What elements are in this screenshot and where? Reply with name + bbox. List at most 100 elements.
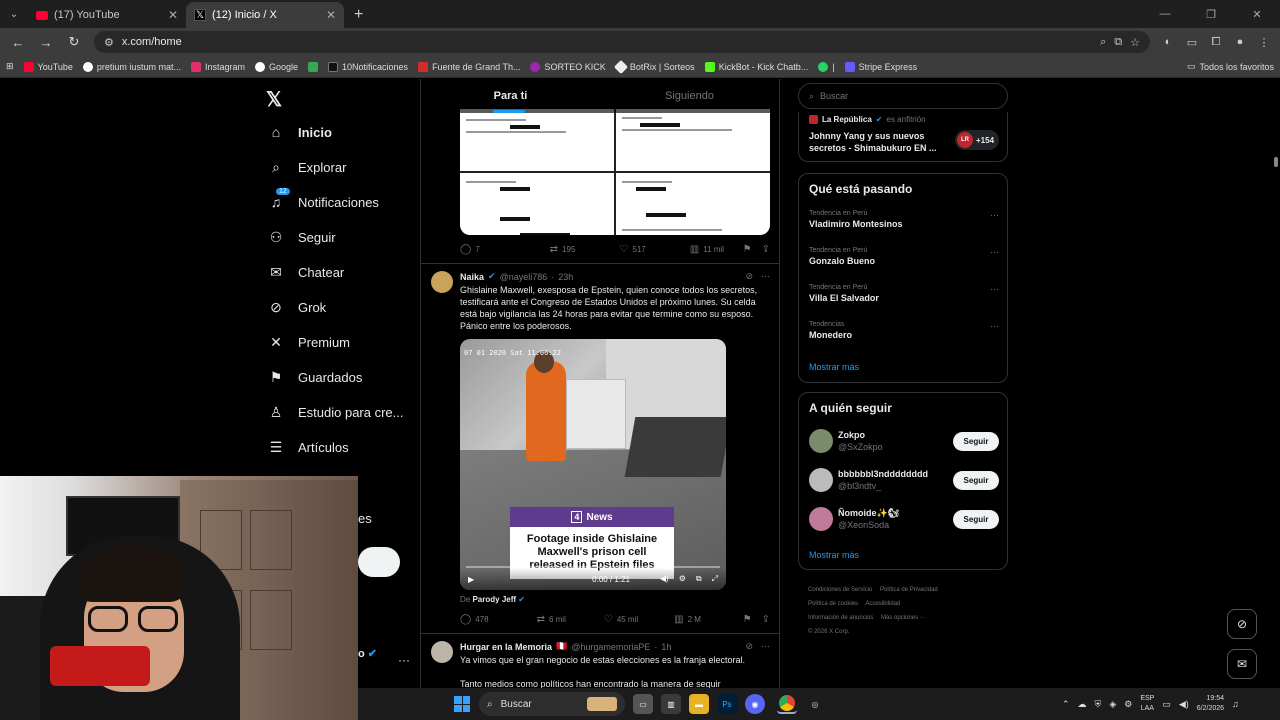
grok-fab-button[interactable]: ⊘ (1227, 609, 1257, 639)
tweet-time[interactable]: 23h (558, 272, 573, 282)
menu-kebab-icon[interactable]: ⋮ (1254, 32, 1274, 52)
nav-bookmarks[interactable]: ⚑ Guardados (268, 369, 363, 385)
file-explorer-icon[interactable]: ▬ (689, 694, 709, 714)
account-name[interactable]: o ✔ (358, 647, 377, 660)
scrollbar-thumb[interactable] (1274, 157, 1278, 167)
views-button[interactable]: ▥ 2 M (674, 614, 701, 625)
extension-icon[interactable]: ◐ (1158, 32, 1178, 52)
search-input[interactable]: ⌕ Buscar (798, 83, 1008, 109)
avatar[interactable] (809, 468, 833, 492)
apps-grid-icon[interactable]: ⊞ (6, 61, 14, 72)
follow-button[interactable]: Seguir (953, 510, 999, 529)
bookmark-item[interactable]: KickBot - Kick Chatb... (704, 61, 808, 72)
post-button[interactable] (358, 547, 400, 577)
account-more-icon[interactable]: ··· (398, 653, 410, 667)
tweet-video[interactable]: 07 01 2020 Sat 11:06:22 4 News Footage in… (460, 339, 726, 590)
follow-suggestion[interactable]: Ñomoide✨🐿 @XeonSoda Seguir (809, 507, 999, 533)
trend-item[interactable]: Tendencia en Perú Gonzalo Bueno ··· (809, 247, 999, 266)
follow-button[interactable]: Seguir (953, 471, 999, 490)
tab-youtube[interactable]: (17) YouTube ✕ (28, 2, 186, 28)
share-icon[interactable]: ⇪ (762, 614, 770, 625)
nav-chat[interactable]: ✉ Chatear (268, 264, 344, 280)
close-icon[interactable]: ✕ (326, 8, 336, 22)
nav-notifications[interactable]: ♫ 12 Notificaciones (268, 188, 379, 210)
minimize-icon[interactable]: — (1142, 8, 1188, 20)
new-tab-button[interactable]: + (344, 2, 373, 28)
chevron-up-icon[interactable]: ⌃ (1062, 699, 1070, 710)
tab-for-you[interactable]: Para ti (421, 79, 600, 113)
tab-search-menu-button[interactable]: ⌄ (0, 0, 28, 28)
bookmark-icon[interactable]: ⚑ (743, 244, 752, 255)
page-scrollbar[interactable] (1272, 79, 1280, 688)
avatar[interactable] (809, 507, 833, 531)
settings-icon[interactable]: ⚙ (679, 574, 686, 584)
reply-button[interactable]: ◯ 7 (460, 244, 480, 255)
clock[interactable]: 19:54 6/2/2026 (1197, 694, 1224, 714)
source-account[interactable]: Parody Jeff (472, 595, 516, 604)
views-button[interactable]: ▥ 11 mil (690, 244, 724, 255)
footer-link[interactable]: Accesibilidad (865, 601, 900, 607)
obs-icon[interactable]: ◎ (805, 694, 825, 714)
monitor-icon[interactable]: ▭ (1162, 699, 1171, 710)
play-icon[interactable]: ▶ (468, 575, 474, 584)
language-indicator[interactable]: ESP LAA (1140, 694, 1154, 714)
address-bar[interactable]: ⚙ x.com/home ⌕ ⧉ ☆ (94, 31, 1150, 53)
follow-button[interactable]: Seguir (953, 432, 999, 451)
more-icon[interactable]: ··· (761, 271, 770, 282)
nav-follow[interactable]: ⚇ Seguir (268, 229, 336, 245)
tweet-document-image[interactable] (460, 109, 770, 235)
forward-button[interactable]: → (34, 30, 58, 54)
star-icon[interactable]: ☆ (1130, 36, 1140, 49)
tweet-author-handle[interactable]: @nayeli786 (500, 272, 548, 282)
like-button[interactable]: ♡ 517 (619, 244, 645, 255)
show-more-follow-link[interactable]: Mostrar más (809, 550, 859, 560)
volume-icon[interactable]: ◀︎) (660, 574, 669, 584)
bookmark-item[interactable]: BotRix | Sorteos (613, 59, 695, 74)
extensions-puzzle-icon[interactable]: ⧠ (1206, 32, 1226, 52)
back-button[interactable]: ← (6, 30, 30, 54)
profile-avatar-icon[interactable]: ● (1230, 32, 1250, 52)
bookmark-item[interactable]: Fuente de Grand Th... (418, 61, 520, 72)
app-icon[interactable]: ▥ (661, 694, 681, 714)
tweet-author-name[interactable]: Hurgar en la Memoria (460, 642, 552, 652)
bookmark-item[interactable]: | (818, 61, 835, 72)
footer-link[interactable]: Política de Privacidad (880, 587, 938, 593)
taskbar-search[interactable]: ⌕ Buscar (479, 692, 625, 716)
follow-suggestion[interactable]: bbbbbbl3ndddddddd @bl3ndtv_ Seguir (809, 468, 999, 494)
footer-link[interactable]: Condiciones de Servicio (808, 587, 872, 593)
tab-following[interactable]: Siguiendo (600, 79, 779, 113)
retweet-button[interactable]: ⇄ 6 mil (537, 614, 566, 625)
follow-suggestion[interactable]: Zokpo @SxZokpo Seguir (809, 429, 999, 455)
more-icon[interactable]: ··· (990, 210, 999, 220)
bookmark-item[interactable]: YouTube (23, 61, 73, 72)
tweet-author-handle[interactable]: @hurgamemoriaPE (571, 642, 650, 652)
chrome-icon[interactable] (777, 694, 797, 714)
show-more-trends-link[interactable]: Mostrar más (809, 362, 859, 372)
bookmark-item[interactable]: Instagram (190, 61, 245, 72)
tab-x-home[interactable]: 𝕏 (12) Inicio / X ✕ (186, 2, 344, 28)
bookmark-icon[interactable]: ⚑ (743, 614, 752, 625)
nav-articles[interactable]: ☰ Artículos (268, 439, 349, 455)
x-logo-icon[interactable]: 𝕏 (266, 87, 282, 112)
trend-item[interactable]: Tendencia en Perú Vladimiro Montesinos ··· (809, 210, 999, 229)
retweet-button[interactable]: ⇄ 195 (550, 244, 576, 255)
site-info-icon[interactable]: ⚙ (104, 36, 114, 49)
footer-link[interactable]: Más opciones ··· (881, 615, 926, 621)
more-icon[interactable]: ··· (990, 321, 999, 331)
nav-grok[interactable]: ⊘ Grok (268, 299, 326, 315)
install-icon[interactable]: ⧉ (1114, 36, 1122, 49)
grok-icon[interactable]: ⊘ (745, 271, 753, 282)
maximize-icon[interactable]: ❐ (1188, 8, 1234, 21)
shield-icon[interactable]: ⛨ (1095, 699, 1102, 710)
volume-icon[interactable]: ◀︎) (1179, 699, 1189, 710)
tweet-author-name[interactable]: Naika (460, 272, 484, 282)
network-app-icon[interactable]: ☁ (1078, 699, 1087, 710)
nav-creator-studio[interactable]: ♙ Estudio para cre... (268, 404, 404, 420)
close-window-icon[interactable]: ✕ (1234, 8, 1280, 21)
close-icon[interactable]: ✕ (168, 8, 178, 22)
reload-button[interactable]: ↻ (62, 30, 86, 54)
trend-item[interactable]: Tendencia en Perú Villa El Salvador ··· (809, 284, 999, 303)
discord-icon[interactable]: ◉ (745, 694, 765, 714)
windows-start-icon[interactable] (454, 696, 470, 712)
pip-icon[interactable]: ⧉ (696, 574, 702, 584)
